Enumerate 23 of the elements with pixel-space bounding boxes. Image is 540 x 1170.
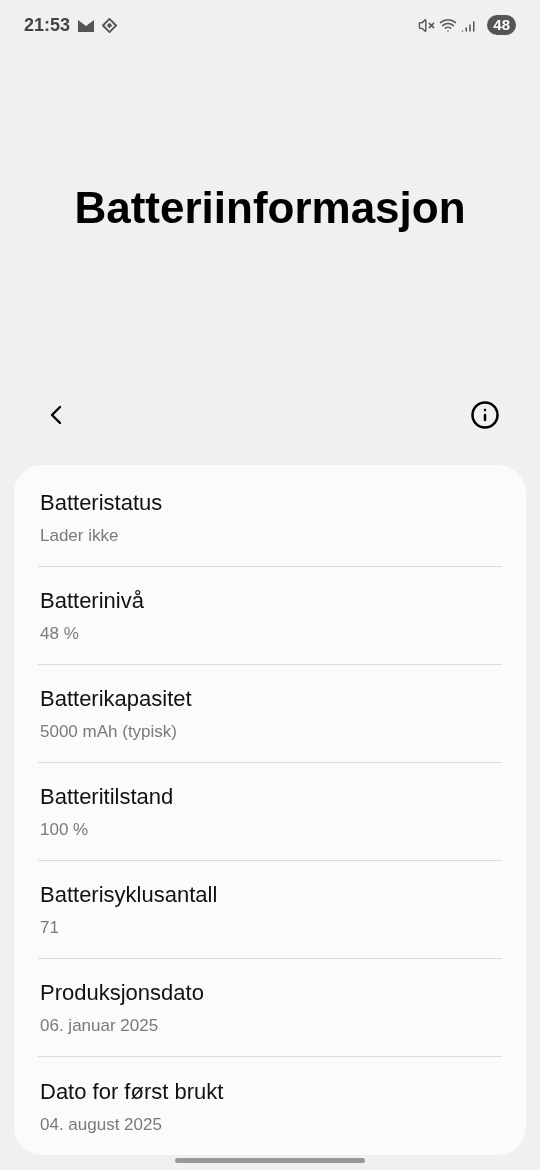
page-title: Batteriinformasjon bbox=[74, 181, 466, 234]
info-button[interactable] bbox=[470, 400, 500, 430]
item-value: 04. august 2025 bbox=[40, 1113, 163, 1136]
clock: 21:53 bbox=[24, 13, 71, 37]
mute-icon bbox=[418, 16, 436, 34]
item-label: Batterinivå bbox=[40, 587, 145, 616]
item-label: Batteritilstand bbox=[40, 783, 175, 812]
wifi-icon bbox=[439, 16, 458, 34]
diamond-icon bbox=[102, 17, 118, 33]
info-icon bbox=[470, 400, 500, 430]
item-label: Produksjonsdato bbox=[40, 979, 205, 1008]
item-label: Batteristatus bbox=[40, 489, 164, 518]
item-value: 06. januar 2025 bbox=[40, 1015, 160, 1038]
item-label: Batterisyklusantall bbox=[40, 881, 219, 910]
battery-indicator: 48 bbox=[487, 15, 516, 35]
item-value: Lader ikke bbox=[40, 525, 120, 548]
item-label: Batterikapasitet bbox=[40, 685, 193, 714]
mail-icon bbox=[78, 18, 95, 32]
item-label: Dato for først brukt bbox=[40, 1077, 225, 1106]
item-value: 48 % bbox=[40, 623, 80, 646]
item-value: 5000 mAh (typisk) bbox=[40, 721, 178, 744]
item-value: 100 % bbox=[40, 819, 90, 842]
item-value: 71 bbox=[40, 917, 60, 940]
